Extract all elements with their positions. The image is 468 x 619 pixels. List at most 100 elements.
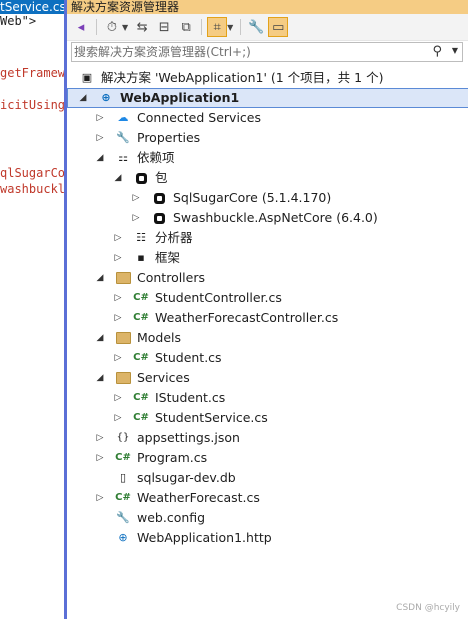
- project-node[interactable]: ◢ ⊕ WebApplication1: [67, 88, 468, 108]
- tree-item[interactable]: ▷ ▪ 框架: [67, 248, 468, 268]
- package-icon: [133, 170, 149, 186]
- wrench-icon[interactable]: 🔧: [246, 17, 266, 37]
- code-line: washbuckle: [0, 182, 65, 196]
- collapsed-arrow-icon[interactable]: ▷: [131, 188, 141, 208]
- vs-icon[interactable]: ◂: [71, 17, 91, 37]
- tree-item-label: 分析器: [155, 230, 193, 245]
- code-line: getFramewo: [0, 66, 65, 80]
- solution-tree: ▣ 解决方案 'WebApplication1' (1 个项目，共 1 个) ◢…: [67, 68, 468, 548]
- tree-item-label: Program.cs: [137, 450, 208, 465]
- tree-item[interactable]: ◢ 包: [67, 168, 468, 188]
- search-icon[interactable]: ⚲: [432, 44, 442, 59]
- editor-tab[interactable]: tService.cs: [0, 0, 64, 14]
- tree-item[interactable]: ◢ Services: [67, 368, 468, 388]
- tree-item[interactable]: ⊕ WebApplication1.http: [67, 528, 468, 548]
- tree-item-label: WebApplication1.http: [137, 530, 272, 545]
- sync-icon[interactable]: ⇆: [132, 17, 152, 37]
- tree-item[interactable]: ◢ Models: [67, 328, 468, 348]
- tree-item[interactable]: ▷ Swashbuckle.AspNetCore (6.4.0): [67, 208, 468, 228]
- tree-item[interactable]: ▷ 🔧 Properties: [67, 128, 468, 148]
- csharp-icon: C#: [133, 352, 149, 363]
- tree-item-label: Services: [137, 370, 190, 385]
- tree-item-label: Swashbuckle.AspNetCore (6.4.0): [173, 210, 378, 225]
- chevron-down-icon[interactable]: ▼: [227, 23, 233, 32]
- folder-icon: [115, 370, 131, 386]
- collapsed-arrow-icon[interactable]: ▷: [113, 248, 123, 268]
- cloud-icon: ☁: [117, 111, 129, 124]
- collapsed-arrow-icon[interactable]: ▷: [113, 308, 123, 328]
- tree-item-label: SqlSugarCore (5.1.4.170): [173, 190, 332, 205]
- expanded-arrow-icon[interactable]: ◢: [113, 168, 123, 188]
- divider: [240, 19, 242, 35]
- collapsed-arrow-icon[interactable]: ▷: [95, 448, 105, 468]
- dependencies-icon: ⚏: [118, 151, 128, 164]
- collapsed-arrow-icon[interactable]: ▷: [95, 128, 105, 148]
- collapsed-arrow-icon[interactable]: ▷: [113, 388, 123, 408]
- collapsed-arrow-icon[interactable]: ▷: [113, 228, 123, 248]
- chevron-down-icon[interactable]: ▼: [452, 46, 458, 55]
- collapsed-arrow-icon[interactable]: ▷: [113, 348, 123, 368]
- tree-item[interactable]: ▷ C# Program.cs: [67, 448, 468, 468]
- collapse-all-icon[interactable]: ⊟: [154, 17, 174, 37]
- solution-node[interactable]: ▣ 解决方案 'WebApplication1' (1 个项目，共 1 个): [67, 68, 468, 88]
- json-icon: {}: [116, 432, 130, 443]
- tree-item[interactable]: 🔧 web.config: [67, 508, 468, 528]
- tree-item[interactable]: ▯ sqlsugar-dev.db: [67, 468, 468, 488]
- history-icon[interactable]: ⏱: [102, 17, 122, 37]
- expanded-arrow-icon[interactable]: ◢: [95, 268, 105, 288]
- collapsed-arrow-icon[interactable]: ▷: [95, 428, 105, 448]
- tree-item[interactable]: ▷ ☁ Connected Services: [67, 108, 468, 128]
- search-input[interactable]: [74, 43, 434, 61]
- folder-icon: [115, 330, 131, 346]
- tree-item[interactable]: ▷ SqlSugarCore (5.1.4.170): [67, 188, 468, 208]
- tree-item[interactable]: ▷ C# IStudent.cs: [67, 388, 468, 408]
- web-project-icon: ⊕: [101, 91, 111, 104]
- tree-item[interactable]: ▷ C# StudentService.cs: [67, 408, 468, 428]
- pages-icon[interactable]: ⧉: [176, 17, 196, 37]
- tree-item-label: StudentService.cs: [155, 410, 268, 425]
- analyzer-icon: ☷: [136, 231, 146, 244]
- tree-item-label: Models: [137, 330, 182, 345]
- expanded-arrow-icon[interactable]: ◢: [95, 148, 105, 168]
- code-editor[interactable]: tService.cs Web"> getFramewo icitUsings …: [0, 0, 65, 619]
- collapsed-arrow-icon[interactable]: ▷: [113, 288, 123, 308]
- collapsed-arrow-icon[interactable]: ▷: [95, 488, 105, 508]
- expanded-arrow-icon[interactable]: ◢: [95, 368, 105, 388]
- tree-item-label: Student.cs: [155, 350, 222, 365]
- file-icon: ▯: [119, 471, 127, 484]
- tree-item-label: web.config: [137, 510, 206, 525]
- code-line: qlSugarCor: [0, 166, 65, 180]
- tree-item-label: Connected Services: [137, 110, 261, 125]
- code-line: icitUsings: [0, 98, 65, 112]
- csharp-icon: C#: [133, 412, 149, 423]
- tree-item[interactable]: ◢ Controllers: [67, 268, 468, 288]
- pin-icon[interactable]: ▭: [268, 17, 289, 37]
- package-icon: [151, 210, 167, 226]
- framework-icon: ▪: [137, 251, 145, 264]
- package-icon: [151, 190, 167, 206]
- collapsed-arrow-icon[interactable]: ▷: [113, 408, 123, 428]
- tree-item[interactable]: ▷ C# Student.cs: [67, 348, 468, 368]
- tree-item[interactable]: ▷ C# WeatherForecast.cs: [67, 488, 468, 508]
- csharp-icon: C#: [133, 312, 149, 323]
- tree-item[interactable]: ▷ ☷ 分析器: [67, 228, 468, 248]
- project-label: WebApplication1: [120, 90, 240, 105]
- search-box[interactable]: ⚲ ▼: [71, 42, 463, 62]
- code-line: Web">: [0, 14, 37, 28]
- tree-view-icon[interactable]: ⌗: [207, 17, 228, 37]
- collapsed-arrow-icon[interactable]: ▷: [131, 208, 141, 228]
- toolbar: ◂ ⏱ ▼ ⇆ ⊟ ⧉ ⌗ ▼ 🔧 ▭: [67, 14, 468, 41]
- expanded-arrow-icon[interactable]: ◢: [95, 328, 105, 348]
- tree-item[interactable]: ▷ {} appsettings.json: [67, 428, 468, 448]
- tree-item[interactable]: ▷ C# WeatherForecastController.cs: [67, 308, 468, 328]
- collapsed-arrow-icon[interactable]: ▷: [95, 108, 105, 128]
- tree-item-label: IStudent.cs: [155, 390, 226, 405]
- tree-item[interactable]: ◢ ⚏ 依赖项: [67, 148, 468, 168]
- divider: [201, 19, 203, 35]
- tree-item-label: sqlsugar-dev.db: [137, 470, 236, 485]
- chevron-down-icon[interactable]: ▼: [122, 23, 128, 32]
- expanded-arrow-icon[interactable]: ◢: [78, 89, 88, 107]
- tree-item[interactable]: ▷ C# StudentController.cs: [67, 288, 468, 308]
- config-icon: 🔧: [116, 511, 130, 524]
- folder-icon: [115, 270, 131, 286]
